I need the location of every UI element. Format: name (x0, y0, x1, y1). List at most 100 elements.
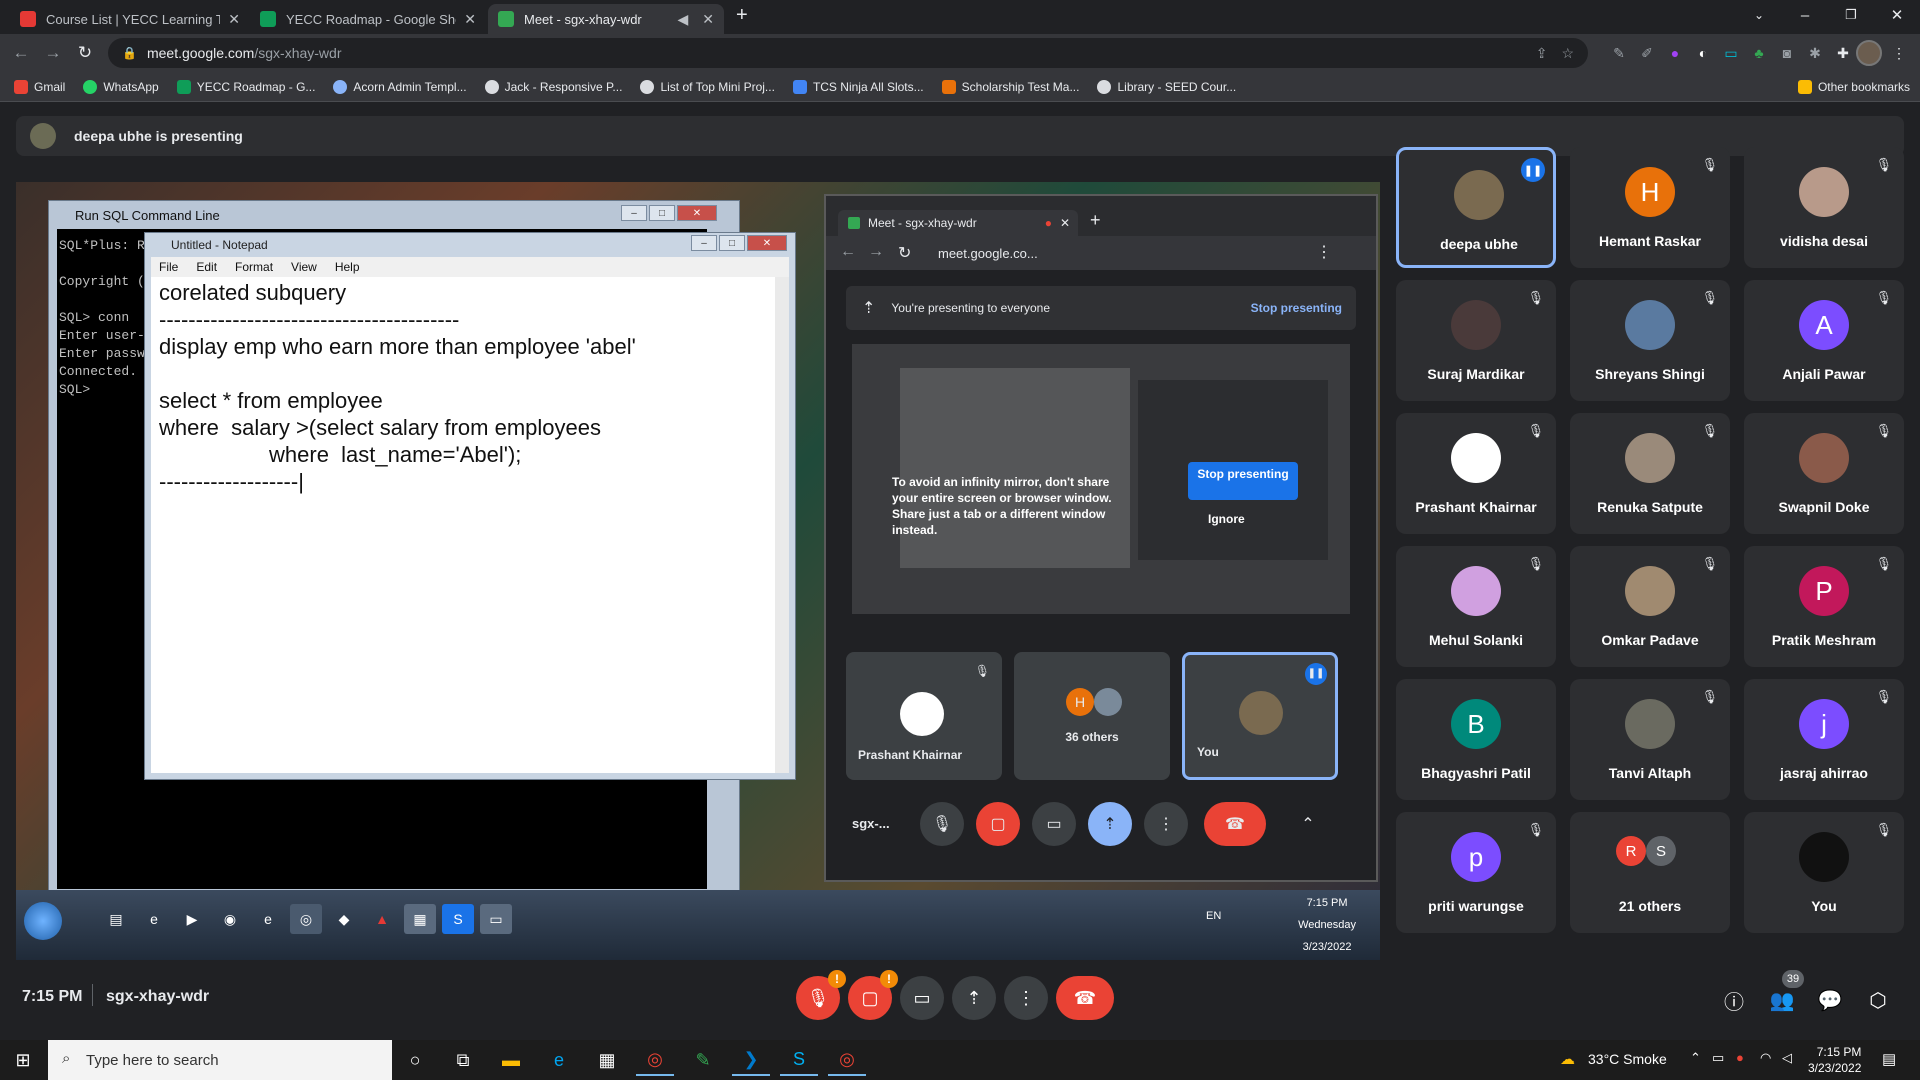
menu-help[interactable]: Help (335, 260, 360, 274)
bookmark-mini-projects[interactable]: List of Top Mini Proj... (640, 79, 775, 94)
participant-tile[interactable]: Renuka Satpute 🎙 (1570, 413, 1730, 534)
kebab-menu-icon[interactable]: ⋮ (1888, 42, 1910, 64)
profile-avatar[interactable] (1856, 40, 1882, 66)
edge-icon[interactable]: e (252, 904, 284, 934)
extension-green-icon[interactable]: ♣ (1748, 42, 1770, 64)
language-indicator[interactable]: EN (1206, 910, 1221, 922)
stop-presenting-button[interactable]: Stop presenting (1188, 462, 1298, 500)
captions-icon[interactable]: ▭ (1032, 802, 1076, 846)
wifi-icon[interactable]: ◠ (1760, 1050, 1771, 1066)
participant-tile[interactable]: Suraj Mardikar 🎙 (1396, 280, 1556, 401)
menu-view[interactable]: View (291, 260, 317, 274)
taskbar-search-box[interactable]: ⌕ Type here to search (48, 1040, 392, 1080)
edge-icon[interactable]: e (540, 1044, 578, 1076)
tray-chevron-icon[interactable]: ⌃ (1690, 1050, 1701, 1066)
notepad-task-icon[interactable]: ▦ (404, 904, 436, 934)
close-window-icon[interactable]: ✕ (1874, 0, 1920, 30)
address-bar[interactable]: 🔒 meet.google.com/sgx-xhay-wdr ⇪ ☆ (108, 38, 1588, 68)
bookmark-tcs-ninja[interactable]: TCS Ninja All Slots... (792, 79, 924, 94)
menu-format[interactable]: Format (235, 260, 273, 274)
present-now-icon[interactable]: ⇡ (1088, 802, 1132, 846)
participant-tile[interactable]: Tanvi Altaph 🎙 (1570, 679, 1730, 800)
minimize-icon[interactable]: – (691, 235, 717, 251)
camera-off-button[interactable]: ▢! (848, 970, 898, 1020)
close-tab-icon[interactable]: ✕ (1060, 216, 1070, 230)
maximize-icon[interactable]: □ (719, 235, 745, 251)
bookmark-whatsapp[interactable]: WhatsApp (83, 79, 159, 94)
explorer-icon[interactable]: ▤ (100, 904, 132, 934)
mic-icon[interactable]: 🎙 (920, 802, 964, 846)
stop-presenting-link[interactable]: Stop presenting (1251, 301, 1342, 315)
participant-tile[interactable]: Prashant Khairnar 🎙 (1396, 413, 1556, 534)
notifications-icon[interactable]: ▤ (1882, 1050, 1896, 1068)
close-tab-icon[interactable]: ✕ (228, 11, 240, 28)
leave-call-icon[interactable]: ☎ (1204, 802, 1266, 846)
participant-tile[interactable]: Shreyans Shingi 🎙 (1570, 280, 1730, 401)
extension-circle-icon[interactable]: ◐ (1692, 42, 1714, 64)
chevron-up-icon[interactable]: ⌃ (1286, 802, 1330, 846)
reload-icon[interactable]: ↻ (70, 38, 100, 68)
tab-search-icon[interactable]: ⌄ (1736, 0, 1782, 30)
other-bookmarks[interactable]: Other bookmarks (1797, 79, 1910, 94)
bookmark-yecc-roadmap[interactable]: YECC Roadmap - G... (176, 79, 315, 94)
extensions-puzzle-icon[interactable]: ✚ (1832, 42, 1854, 64)
camera-off-icon[interactable]: ▢ (976, 802, 1020, 846)
extension-gear-icon[interactable]: ✱ (1804, 42, 1826, 64)
cortana-icon[interactable]: ○ (396, 1044, 434, 1076)
share-icon[interactable]: ⇪ (1536, 45, 1548, 62)
participant-tile[interactable]: j jasraj ahirrao 🎙 (1744, 679, 1904, 800)
minimize-icon[interactable]: – (1782, 0, 1828, 30)
taskbar-clock[interactable]: 7:15 PM 3/23/2022 (1808, 1044, 1861, 1076)
new-tab-icon[interactable]: + (736, 4, 748, 27)
extension-screen-icon[interactable]: ▭ (1720, 42, 1742, 64)
tray-app-icon[interactable]: ▭ (1712, 1050, 1724, 1066)
bookmark-scholarship[interactable]: Scholarship Test Ma... (941, 79, 1079, 94)
participant-tile[interactable]: Omkar Padave 🎙 (1570, 546, 1730, 667)
meeting-info-icon[interactable]: ⓘ (1718, 984, 1750, 1016)
pdf-icon[interactable]: ▲ (366, 904, 398, 934)
kebab-menu-icon[interactable]: ⋮ (1316, 242, 1332, 262)
participant-tile[interactable]: p priti warungse 🎙 (1396, 812, 1556, 933)
menu-edit[interactable]: Edit (196, 260, 217, 274)
chrome-icon[interactable]: ◎ (290, 904, 322, 934)
extension-pen-icon[interactable]: ✎ (1608, 42, 1630, 64)
inner-meet-tab[interactable]: Meet - sgx-xhay-wdr ● ✕ (838, 210, 1078, 236)
tray-alert-icon[interactable]: ● (1736, 1050, 1744, 1065)
maximize-icon[interactable]: □ (649, 205, 675, 221)
start-orb-icon[interactable] (24, 902, 62, 940)
people-icon[interactable]: 👥 39 (1766, 970, 1804, 1016)
ie-icon[interactable]: e (138, 904, 170, 934)
participant-tile[interactable]: B Bhagyashri Patil (1396, 679, 1556, 800)
participant-tile[interactable]: deepa ubhe ❚❚ (1396, 147, 1556, 268)
participant-tile[interactable]: Mehul Solanki 🎙 (1396, 546, 1556, 667)
skype-icon[interactable]: S (780, 1044, 818, 1076)
firefox-icon[interactable]: ◉ (214, 904, 246, 934)
participant-tile[interactable]: A Anjali Pawar 🎙 (1744, 280, 1904, 401)
close-tab-icon[interactable]: ✕ (702, 11, 714, 28)
leave-call-button[interactable]: ☎ (1056, 976, 1114, 1020)
weather-text[interactable]: 33°C Smoke (1588, 1051, 1667, 1067)
sql-task-icon[interactable]: ▭ (480, 904, 512, 934)
more-options-icon[interactable]: ⋮ (1144, 802, 1188, 846)
bookmark-jack[interactable]: Jack - Responsive P... (484, 79, 622, 94)
close-tab-icon[interactable]: ✕ (464, 11, 476, 28)
skype-icon[interactable]: S (442, 904, 474, 934)
participant-tile[interactable]: vidisha desai 🎙 (1744, 147, 1904, 268)
mute-tab-icon[interactable]: ◀ (677, 11, 688, 28)
bookmark-library[interactable]: Library - SEED Cour... (1097, 79, 1236, 94)
store-icon[interactable]: ▦ (588, 1044, 626, 1076)
close-icon[interactable]: ✕ (747, 235, 787, 251)
new-tab-icon[interactable]: + (1090, 210, 1101, 231)
present-button[interactable]: ⇡ (952, 976, 996, 1020)
volume-icon[interactable]: ◁ (1782, 1050, 1792, 1066)
tab-yecc-roadmap[interactable]: YECC Roadmap - Google Sheets ✕ (250, 4, 486, 34)
close-icon[interactable]: ✕ (677, 205, 717, 221)
notepad-scrollbar[interactable] (775, 277, 789, 773)
back-icon[interactable]: ← (840, 243, 856, 261)
back-icon[interactable]: ← (6, 38, 36, 68)
participant-tile[interactable]: Swapnil Doke 🎙 (1744, 413, 1904, 534)
activities-icon[interactable]: ⬡ (1862, 984, 1894, 1016)
menu-file[interactable]: File (159, 260, 178, 274)
inner-url[interactable]: meet.google.co... (938, 241, 1088, 265)
extension-highlight-icon[interactable]: ✐ (1636, 42, 1658, 64)
